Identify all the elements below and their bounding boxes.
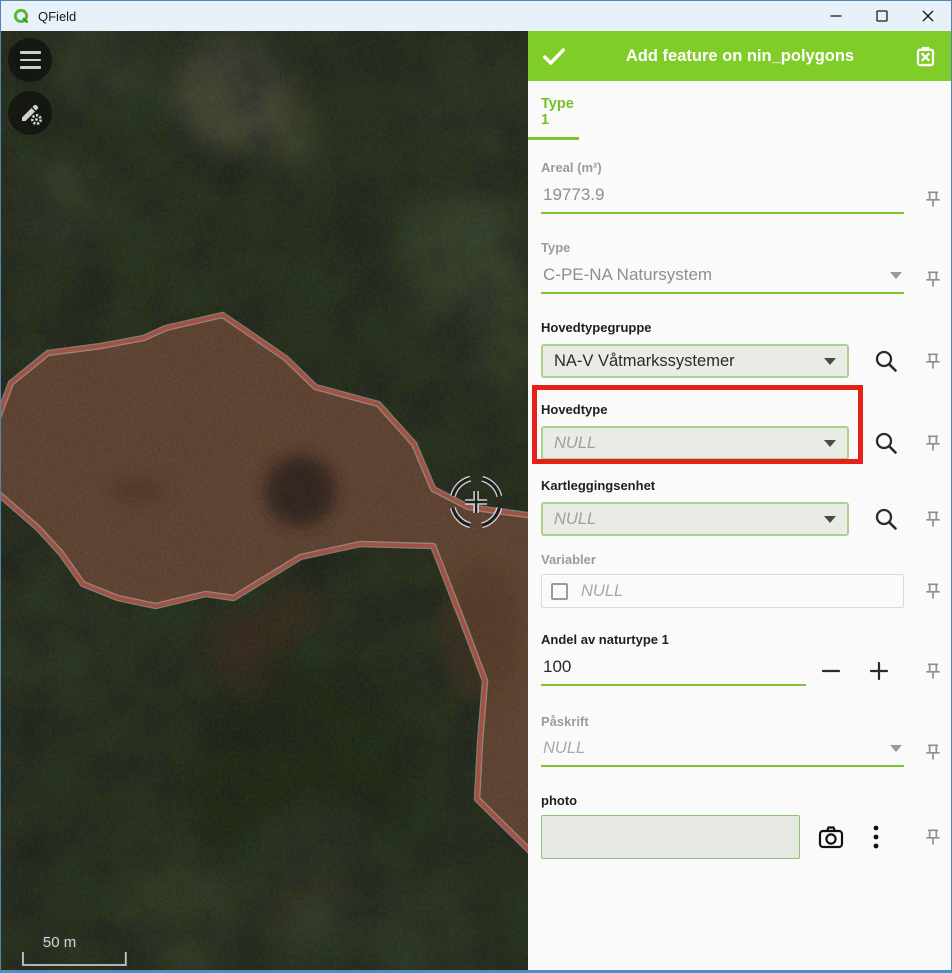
take-photo-button[interactable] [817, 823, 845, 851]
trash-x-icon [916, 46, 935, 66]
search-icon [875, 508, 897, 530]
kartleggingsenhet-combobox[interactable]: NULL [541, 502, 849, 536]
pin-icon [926, 829, 940, 845]
minimize-button[interactable] [813, 1, 859, 31]
discard-button[interactable] [913, 44, 938, 69]
pin-icon [926, 435, 940, 451]
qfield-logo-icon [13, 8, 29, 23]
field-hovedtypegruppe: Hovedtypegruppe NA-V Våtmarkssystemer [541, 320, 951, 378]
close-button[interactable] [905, 1, 951, 31]
feature-form-panel: Add feature on nin_polygons Type 1 Areal… [528, 31, 951, 970]
field-paaskrift: Påskrift NULL [541, 714, 951, 767]
photo-preview [541, 815, 800, 859]
variabler-list-item: NULL [541, 574, 904, 608]
pin-button[interactable] [922, 188, 944, 210]
pin-button[interactable] [922, 826, 944, 848]
qfield-window: QField 50 m Add feature on nin_polygons … [0, 0, 952, 973]
type-dropdown: C-PE-NA Natursystem [541, 263, 904, 294]
chevron-down-icon [890, 745, 902, 758]
menu-button[interactable] [8, 38, 52, 82]
hovedtypegruppe-combobox[interactable]: NA-V Våtmarkssystemer [541, 344, 849, 378]
digitizing-settings-button[interactable] [8, 91, 52, 135]
pin-icon [926, 511, 940, 527]
chevron-down-icon [824, 357, 836, 371]
search-icon [875, 432, 897, 454]
field-type: Type C-PE-NA Natursystem [541, 240, 951, 294]
attribute-form: Areal (m²) 19773.9 Type C-PE-NA Natursys… [528, 160, 951, 859]
variabler-value: NULL [581, 581, 624, 600]
chevron-down-icon [824, 439, 836, 453]
pencil-gear-icon [22, 104, 42, 125]
form-title: Add feature on nin_polygons [625, 46, 855, 65]
chevron-down-icon [890, 271, 902, 285]
minus-icon [821, 669, 841, 672]
map-canvas[interactable]: 50 m [1, 31, 528, 970]
camera-icon [818, 826, 844, 849]
andel-value: 100 [543, 657, 572, 676]
checkbox[interactable] [551, 582, 568, 600]
field-variabler: Variabler NULL [541, 552, 951, 608]
search-button[interactable] [873, 506, 899, 532]
pin-button[interactable] [922, 268, 944, 290]
check-icon [543, 48, 565, 65]
kartleggingsenhet-value: NULL [554, 509, 597, 528]
hovedtypegruppe-value: NA-V Våtmarkssystemer [554, 351, 735, 370]
pin-button[interactable] [922, 508, 944, 530]
andel-value-field[interactable]: 100 [541, 655, 806, 686]
pin-button[interactable] [922, 350, 944, 372]
aerial-imagery: 50 m [1, 31, 528, 970]
search-button[interactable] [873, 348, 899, 374]
pin-button[interactable] [922, 580, 944, 602]
hamburger-icon [19, 51, 41, 69]
pin-icon [926, 744, 940, 760]
decrement-button[interactable] [818, 659, 844, 683]
plus-icon [869, 661, 889, 680]
paaskrift-dropdown: NULL [541, 737, 904, 767]
hovedtype-value: NULL [554, 433, 597, 452]
photo-options-button[interactable] [872, 824, 880, 850]
window-title: QField [38, 8, 77, 24]
increment-button[interactable] [866, 659, 892, 683]
field-andel: Andel av naturtype 1 100 [541, 632, 951, 686]
tab-type-1[interactable]: Type 1 [528, 96, 579, 140]
pin-icon [926, 663, 940, 678]
areal-value: 19773.9 [543, 185, 605, 204]
field-label: Kartleggingsenhet [541, 478, 656, 493]
kebab-menu-icon [873, 825, 879, 849]
field-label: Påskrift [541, 714, 589, 729]
form-header: Add feature on nin_polygons [528, 31, 951, 81]
field-areal: Areal (m²) 19773.9 [541, 160, 951, 214]
hovedtype-combobox[interactable]: NULL [541, 426, 849, 460]
pin-button[interactable] [922, 660, 944, 682]
search-button[interactable] [873, 430, 899, 456]
pin-button[interactable] [922, 432, 944, 454]
field-label: Variabler [541, 552, 596, 567]
field-hovedtype: Hovedtype NULL [532, 385, 951, 464]
chevron-down-icon [824, 515, 836, 529]
field-kartleggingsenhet: Kartleggingsenhet NULL [541, 478, 951, 536]
maximize-button[interactable] [859, 1, 905, 31]
field-label: Areal (m²) [541, 160, 602, 175]
confirm-button[interactable] [541, 43, 567, 69]
title-bar: QField [1, 1, 951, 31]
pin-button[interactable] [922, 741, 944, 763]
field-photo: photo [541, 793, 951, 859]
search-icon [875, 350, 897, 372]
pin-icon [926, 191, 940, 206]
field-label: Hovedtype [541, 402, 608, 417]
svg-text:50 m: 50 m [43, 934, 76, 951]
field-label: Andel av naturtype 1 [541, 632, 669, 647]
field-label: photo [541, 793, 578, 808]
type-value: C-PE-NA Natursystem [543, 265, 713, 284]
paaskrift-value: NULL [543, 739, 586, 757]
field-label: Hovedtypegruppe [541, 320, 652, 335]
tab-bar: Type 1 [528, 81, 951, 140]
field-label: Type [541, 240, 571, 255]
areal-value-field: 19773.9 [541, 183, 904, 214]
pin-icon [926, 583, 940, 599]
pin-icon [926, 271, 940, 286]
pin-icon [926, 353, 940, 369]
